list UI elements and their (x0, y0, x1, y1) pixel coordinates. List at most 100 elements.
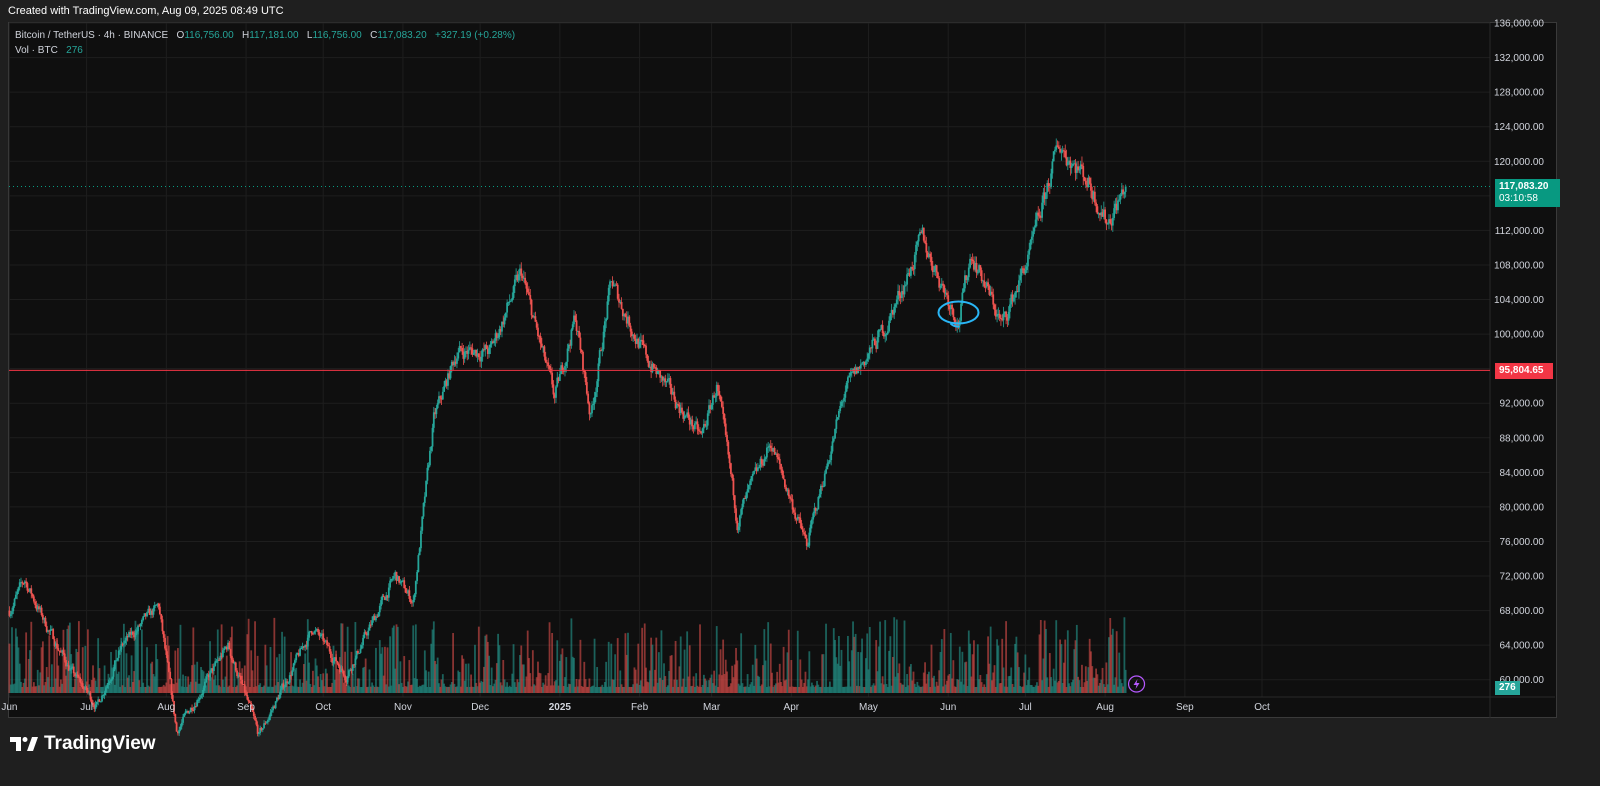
change-value: +327.19 (+0.28%) (434, 30, 516, 41)
candle-body (213, 665, 215, 671)
candle-body (183, 713, 186, 717)
candle-body (642, 340, 645, 345)
candle-body (728, 454, 731, 464)
candle-body (776, 453, 779, 458)
volume-label[interactable]: Vol · BTC (15, 45, 58, 56)
low-value: 116,756.00 (312, 30, 362, 41)
candle-body (589, 413, 592, 415)
candle-body (467, 349, 470, 354)
candle-body (998, 313, 1001, 318)
candle-body (336, 661, 339, 664)
candle-body (292, 663, 295, 671)
candle-body (524, 277, 527, 284)
candle-body (969, 258, 971, 268)
price-chart[interactable]: 60,000.0064,000.0068,000.0072,000.0076,0… (0, 0, 1600, 786)
y-tick-label: 76,000.00 (1500, 537, 1545, 548)
candle-body (197, 699, 200, 701)
candle-body (1034, 219, 1037, 228)
y-tick-label: 100,000.00 (1494, 330, 1544, 341)
candle-body (1045, 192, 1047, 199)
candle-body (261, 728, 264, 731)
candle-body (1096, 206, 1099, 214)
y-tick-label: 128,000.00 (1494, 88, 1544, 99)
symbol-title[interactable]: Bitcoin / TetherUS · 4h · BINANCE (15, 30, 168, 41)
candle-body (265, 722, 268, 724)
candle-body (765, 447, 768, 458)
candle-body (924, 240, 926, 244)
candle-body (629, 325, 632, 332)
candle-body (274, 701, 277, 709)
candle-body (222, 650, 224, 657)
candle-body (834, 428, 836, 439)
candle-body (378, 605, 381, 613)
candle-body (714, 396, 717, 398)
volume-bar (825, 623, 827, 693)
candle-body (848, 375, 851, 378)
volume-bar (868, 626, 871, 693)
candle-body (112, 669, 115, 677)
candle-body (504, 312, 507, 318)
candle-body (403, 580, 406, 589)
candle-body (413, 594, 416, 600)
candle-body (116, 658, 119, 661)
candle-body (231, 656, 233, 660)
candle-body (240, 675, 242, 680)
candle-body (77, 676, 80, 678)
candle-body (89, 692, 92, 700)
candle-body (696, 421, 699, 430)
candle-body (966, 277, 969, 281)
volume-bar (889, 636, 892, 693)
candle-body (254, 715, 256, 721)
candle-body (1090, 183, 1092, 191)
candle-body (839, 405, 842, 411)
candle-body (319, 634, 322, 637)
candle-body (706, 413, 709, 426)
candle-body (441, 391, 444, 400)
candle-body (652, 363, 655, 368)
candle-body (393, 576, 395, 579)
candle-body (1117, 200, 1119, 211)
candle-body (724, 423, 727, 435)
candle-body (160, 614, 163, 620)
candle-body (830, 451, 833, 461)
candle-body (1012, 297, 1015, 302)
candle-body (840, 402, 843, 406)
candle-body (21, 582, 24, 584)
volume-bar (715, 626, 718, 693)
candle-body (555, 386, 557, 398)
volume-row: Vol · BTC 276 (15, 45, 515, 60)
candle-body (769, 445, 772, 448)
candle-body (99, 701, 102, 703)
volume-bar (548, 622, 551, 693)
candle-body (140, 620, 143, 625)
candle-body (1009, 304, 1011, 312)
candle-body (646, 354, 649, 361)
brand-footer[interactable]: TradingView (10, 733, 156, 755)
candle-body (68, 669, 71, 671)
price-axis[interactable]: 60,000.0064,000.0068,000.0072,000.0076,0… (1494, 19, 1544, 687)
candle-body (57, 648, 60, 651)
candle-body (101, 695, 103, 702)
volume-bar (25, 632, 28, 693)
candle-body (871, 339, 874, 349)
candle-body (810, 519, 813, 525)
candle-body (429, 450, 431, 466)
candle-body (888, 320, 890, 332)
candle-body (493, 340, 496, 344)
candle-body (552, 384, 555, 395)
x-tick-label: May (859, 702, 878, 713)
candle-body (548, 365, 551, 369)
candle-body (346, 676, 349, 683)
candle-body (669, 378, 672, 389)
candle-body (778, 458, 781, 464)
candle-body (605, 318, 608, 322)
candle-body (167, 662, 170, 672)
candle-body (884, 334, 887, 337)
candle-body (192, 710, 195, 712)
candle-body (107, 682, 110, 685)
candle-body (421, 516, 424, 531)
candle-body (435, 408, 438, 415)
candle-body (717, 384, 719, 392)
candle-body (417, 555, 420, 572)
y-tick-label: 64,000.00 (1500, 641, 1545, 652)
